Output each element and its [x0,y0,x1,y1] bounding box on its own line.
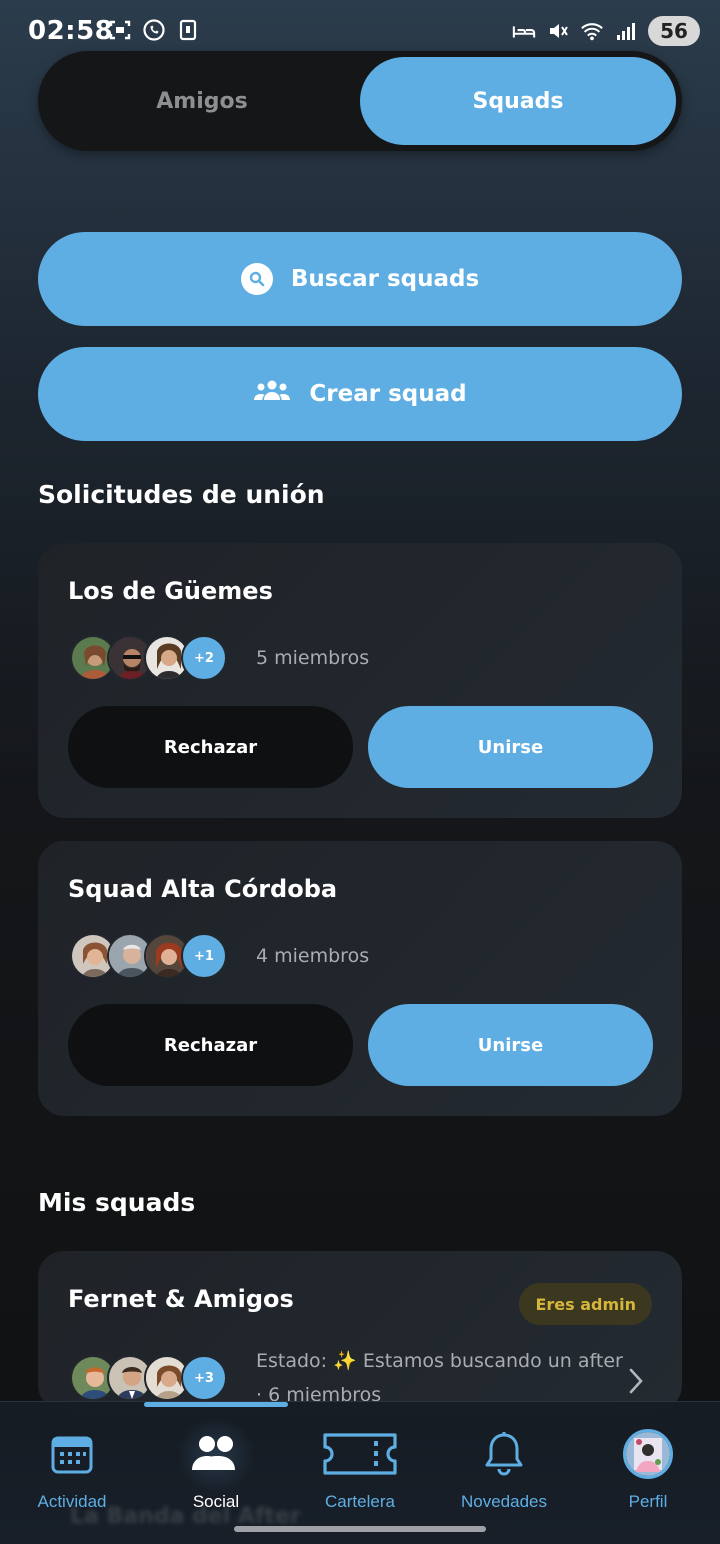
admin-badge: Eres admin [519,1283,652,1325]
create-squad-label: Crear squad [309,381,467,407]
nav-actividad[interactable]: Actividad [0,1420,144,1530]
reject-button[interactable]: Rechazar [68,1004,353,1086]
signal-icon [614,19,638,43]
nav-novedades[interactable]: Novedades [432,1420,576,1530]
calendar-icon [0,1426,144,1482]
nav-label: Novedades [460,1492,547,1511]
squad-status: Estado: ✨ Estamos buscando un after [256,1350,623,1372]
nav-cartelera[interactable]: Cartelera [288,1420,432,1530]
reject-button[interactable]: Rechazar [68,706,353,788]
active-tab-indicator [144,1402,288,1407]
group-icon [144,1426,288,1482]
my-squads-title: Mis squads [38,1188,196,1217]
status-time: 02:58 [28,16,114,46]
profile-avatar [623,1429,673,1479]
tab-amigos[interactable]: Amigos [44,57,360,145]
battery-indicator: 56 [648,16,700,46]
nav-perfil[interactable]: Perfil [576,1420,720,1530]
nav-label: Perfil [628,1492,668,1511]
chevron-right-icon [628,1367,644,1399]
join-request-card: Los de Güemes +2 5 miembros Rechazar Uni… [38,543,682,818]
whatsapp-icon [142,18,166,42]
extra-members-count: +2 [181,635,227,681]
tab-squads[interactable]: Squads [360,57,676,145]
create-squad-button[interactable]: Crear squad [38,347,682,441]
mute-icon [546,19,570,43]
search-squads-button[interactable]: Buscar squads [38,232,682,326]
nav-label: Cartelera [325,1492,395,1511]
nav-label: Actividad [37,1492,107,1511]
members-count: 4 miembros [256,945,370,967]
sleep-mode-icon [512,19,536,43]
status-right-icons: 56 [512,16,700,46]
join-request-card: Squad Alta Córdoba +1 4 miembros Rechaza… [38,841,682,1116]
join-button[interactable]: Unirse [368,1004,653,1086]
ticket-icon [288,1426,432,1482]
tab-switcher: Amigos Squads [38,51,682,151]
join-button[interactable]: Unirse [368,706,653,788]
sim-card-icon [176,18,200,42]
status-left-icons [108,18,200,42]
join-requests-title: Solicitudes de unión [38,480,325,509]
search-squads-label: Buscar squads [290,266,480,292]
group-add-icon [253,379,291,409]
screenshot-icon [108,18,132,42]
home-indicator[interactable] [234,1526,486,1532]
squad-name: Squad Alta Córdoba [68,875,338,903]
bell-icon [432,1426,576,1482]
squad-name: Los de Güemes [68,577,273,605]
nav-label: Social [192,1492,240,1511]
extra-members-count: +3 [181,1355,227,1401]
bottom-navigation: La Banda del After Actividad Social Cart… [0,1401,720,1544]
squad-name: Fernet & Amigos [68,1285,294,1313]
extra-members-count: +1 [181,933,227,979]
search-icon [240,263,273,295]
nav-social[interactable]: Social [144,1420,288,1530]
wifi-icon [580,19,604,43]
members-count: 5 miembros [256,647,370,669]
my-squad-card[interactable]: Fernet & Amigos Eres admin +3 Estado: ✨ … [38,1251,682,1411]
